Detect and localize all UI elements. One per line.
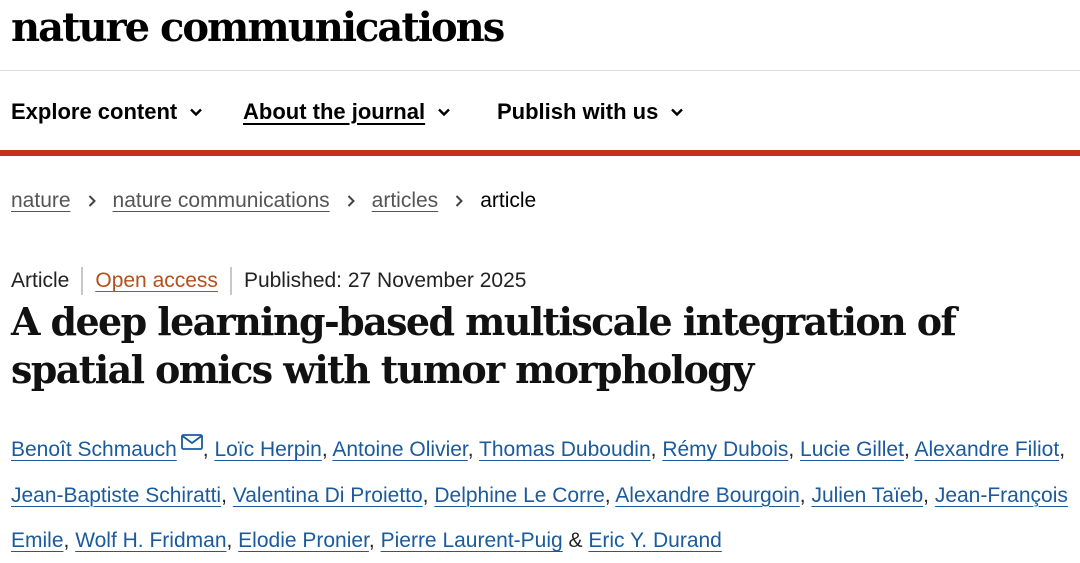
author-link[interactable]: Elodie Pronier [238, 529, 369, 552]
nav-explore-content[interactable]: Explore content [11, 98, 205, 126]
nav-publish-with-us[interactable]: Publish with us [497, 98, 686, 126]
author-link[interactable]: Jean-Baptiste Schiratti [11, 484, 221, 507]
author-link[interactable]: Benoît Schmauch [11, 438, 177, 461]
breadcrumb-nature[interactable]: nature [11, 189, 71, 213]
main-nav: Explore content About the journal Publis… [0, 72, 1080, 150]
nav-item-label: About the journal [243, 99, 426, 124]
nav-item-label: Explore content [11, 99, 178, 124]
chevron-right-icon [85, 194, 99, 208]
breadcrumb-nature-communications[interactable]: nature communications [113, 189, 330, 213]
author-link[interactable]: Eric Y. Durand [588, 529, 721, 552]
accent-bar [0, 150, 1080, 156]
article-meta: Article Open access Published: 27 Novemb… [11, 267, 526, 295]
masthead: nature communications [0, 0, 1080, 71]
author-link[interactable]: Thomas Duboudin [479, 438, 651, 461]
breadcrumb-articles[interactable]: articles [372, 189, 439, 213]
chevron-right-icon [452, 194, 466, 208]
meta-divider [81, 267, 84, 295]
breadcrumb-current: article [480, 189, 537, 212]
chevron-down-icon [668, 103, 686, 121]
article-type: Article [11, 269, 70, 292]
mail-icon[interactable] [180, 434, 203, 450]
chevron-down-icon [187, 103, 205, 121]
nav-about-the-journal[interactable]: About the journal [243, 98, 453, 126]
meta-divider [229, 267, 232, 295]
nav-item-label: Publish with us [497, 99, 659, 124]
article-title: A deep learning-based multiscale integra… [11, 299, 957, 392]
author-link[interactable]: Delphine Le Corre [434, 484, 604, 507]
author-link[interactable]: Valentina Di Proietto [233, 484, 423, 507]
open-access-link[interactable]: Open access [95, 269, 218, 293]
author-link[interactable]: Loïc Herpin [214, 438, 321, 461]
breadcrumb: nature nature communications articles ar… [11, 187, 536, 215]
author-link[interactable]: Antoine Olivier [332, 438, 467, 461]
author-link[interactable]: Julien Taïeb [811, 484, 923, 507]
published-date: Published: 27 November 2025 [243, 269, 527, 292]
chevron-down-icon [435, 103, 453, 121]
author-link[interactable]: Alexandre Bourgoin [615, 484, 799, 507]
chevron-right-icon [344, 194, 358, 208]
site-logo[interactable]: nature communications [11, 4, 505, 52]
author-link[interactable]: Alexandre Filiot [914, 438, 1059, 461]
author-link[interactable]: Pierre Laurent-Puig [381, 529, 563, 552]
author-list: Benoît Schmauch, Loïc Herpin, Antoine Ol… [11, 427, 1080, 563]
author-link[interactable]: Rémy Dubois [662, 438, 788, 461]
author-link[interactable]: Wolf H. Fridman [75, 529, 226, 552]
author-link[interactable]: Lucie Gillet [800, 438, 904, 461]
